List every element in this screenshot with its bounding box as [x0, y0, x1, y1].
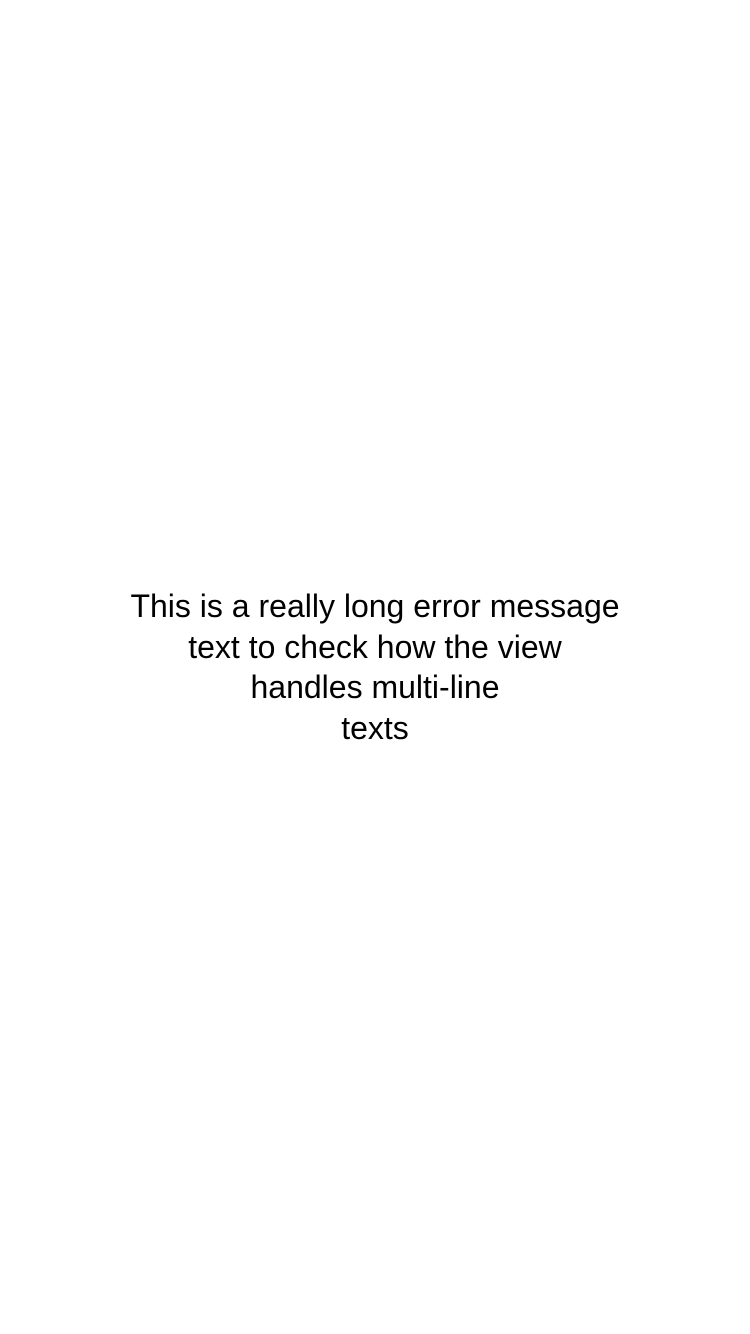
error-screen: This is a really long error message text…: [0, 0, 750, 1334]
error-message-line-3: handles multi-line: [250, 669, 500, 705]
error-message-line-4: texts: [341, 709, 409, 746]
error-message-line-2: text to check how the view: [188, 628, 562, 665]
error-message: This is a really long error message text…: [0, 586, 750, 748]
error-message-line-1: This is a really long error message: [130, 588, 620, 624]
